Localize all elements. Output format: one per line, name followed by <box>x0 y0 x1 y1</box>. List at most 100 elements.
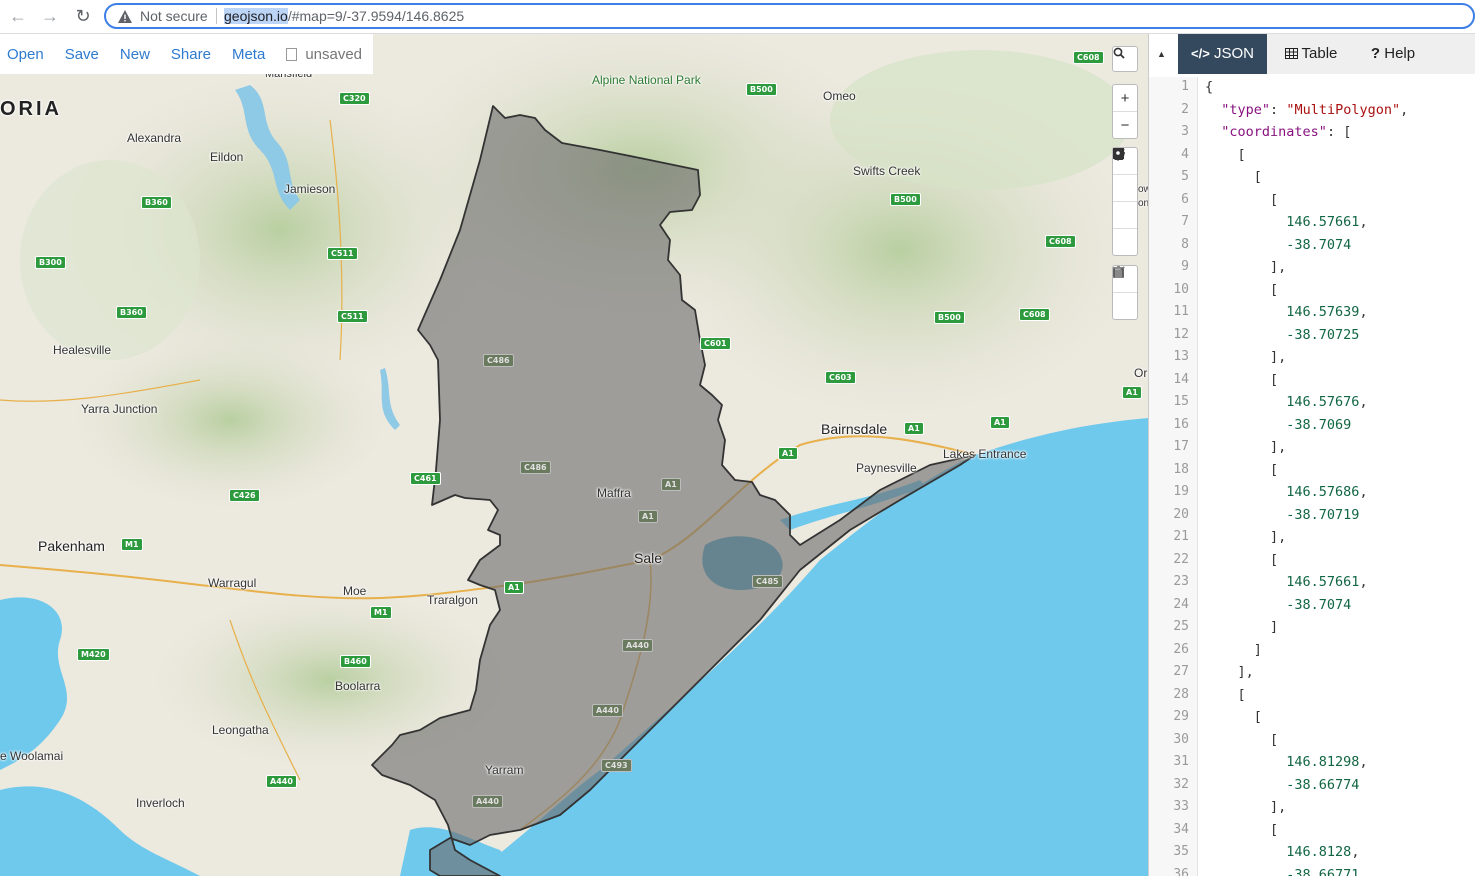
road-shield: B500 <box>934 311 965 324</box>
road-shield: A1 <box>1122 386 1142 399</box>
url-host: geojson.io <box>224 8 288 24</box>
line-number: 2 <box>1181 101 1189 117</box>
line-number: 19 <box>1173 484 1189 499</box>
road-shield: A1 <box>904 422 924 435</box>
warning-icon <box>118 9 132 23</box>
road-shield: C608 <box>1019 308 1050 321</box>
code-line: ] <box>1205 641 1262 658</box>
map[interactable]: ORIA Mansfield Alpine National Park Omeo… <box>0 34 1148 876</box>
tab-help[interactable]: ? Help <box>1355 34 1431 74</box>
line-number: 21 <box>1173 529 1189 544</box>
road-shield: A440 <box>266 775 297 788</box>
place-label-victoria: ORIA <box>0 98 62 120</box>
line-number: 30 <box>1173 731 1189 747</box>
collapse-panel-icon[interactable]: ▲ <box>1157 49 1166 59</box>
code-icon: </> <box>1191 46 1210 61</box>
line-number: 6 <box>1181 191 1189 207</box>
line-number: 26 <box>1173 641 1189 657</box>
zoom-control: + − <box>1112 84 1138 139</box>
road-shield: A1 <box>638 510 658 523</box>
reload-icon[interactable]: ↻ <box>71 4 95 28</box>
zoom-out-button[interactable]: − <box>1113 111 1137 138</box>
search-control[interactable] <box>1112 46 1138 72</box>
road-shield: C608 <box>1045 235 1076 248</box>
tab-table[interactable]: Table <box>1267 34 1355 74</box>
draw-polygon-icon[interactable] <box>1113 148 1137 201</box>
unsaved-indicator: unsaved <box>286 46 362 63</box>
place-label-on: on <box>1138 198 1148 209</box>
line-number: 22 <box>1173 551 1189 567</box>
json-editor[interactable]: 1 2 3 4 5 6 7 8 9 10 11 12 13 14 15 16 17 18 19 20 21 22 23 24 2… <box>1149 77 1475 876</box>
road-shield: B460 <box>340 655 371 668</box>
side-panel: ▲ </> JSON Table ? Help 1 2 3 4 5 6 7 8 9 10 11 12 1… <box>1148 34 1475 876</box>
road-shield: C486 <box>520 461 551 474</box>
tab-json[interactable]: </> JSON <box>1178 34 1267 74</box>
forward-arrow-icon[interactable]: → <box>38 4 62 28</box>
code-line: [ <box>1205 821 1279 838</box>
tab-json-label: JSON <box>1213 45 1254 62</box>
code-line: "coordinates": [ <box>1221 124 1352 140</box>
code-line: ], <box>1205 349 1287 365</box>
save-button[interactable]: Save <box>65 46 99 63</box>
meta-button[interactable]: Meta <box>232 46 265 63</box>
line-number: 29 <box>1173 709 1189 724</box>
table-icon <box>1284 48 1298 59</box>
code-line: "type": "MultiPolygon", <box>1221 101 1409 118</box>
url-text[interactable]: geojson.io/#map=9/-37.9594/146.8625 <box>224 8 464 24</box>
code-line: -38.7069 <box>1286 416 1352 433</box>
code-line: ], <box>1205 799 1287 815</box>
address-bar[interactable]: Not secure geojson.io/#map=9/-37.9594/14… <box>104 3 1475 29</box>
place-label-or: Or <box>1134 366 1148 380</box>
road-shield: A440 <box>592 704 623 717</box>
place-label-boolarra: Boolarra <box>335 679 381 693</box>
code-line: -38.7074 <box>1286 236 1352 253</box>
road-shield: B300 <box>35 256 66 269</box>
trash-icon[interactable] <box>1113 266 1137 319</box>
code-line: 146.57661, <box>1286 574 1368 590</box>
road-shield: A1 <box>990 416 1010 429</box>
place-label-yarra-junction: Yarra Junction <box>81 402 158 416</box>
code-line: ] <box>1205 619 1279 635</box>
place-label-pakenham: Pakenham <box>38 538 105 554</box>
new-button[interactable]: New <box>120 46 150 63</box>
open-button[interactable]: Open <box>7 46 44 63</box>
line-number: 3 <box>1181 124 1189 139</box>
line-number: 12 <box>1173 326 1189 342</box>
road-shield: C493 <box>601 759 632 772</box>
code-line: 146.81298, <box>1286 754 1368 770</box>
search-icon[interactable] <box>1113 47 1137 73</box>
code-line: -38.70725 <box>1286 326 1360 343</box>
road-shield: A440 <box>472 795 503 808</box>
code-line: [ <box>1205 371 1279 388</box>
place-label-leongatha: Leongatha <box>212 723 269 737</box>
code-line: [ <box>1205 551 1279 568</box>
road-shield: C320 <box>339 92 370 105</box>
code-line: ], <box>1205 439 1287 455</box>
code-line: 146.57686, <box>1286 484 1368 500</box>
road-shield: M420 <box>77 648 110 661</box>
road-shield: C461 <box>410 472 441 485</box>
code-line: -38.66774 <box>1286 776 1360 793</box>
tab-table-label: Table <box>1301 45 1338 62</box>
code-line: [ <box>1205 709 1262 725</box>
line-number: 7 <box>1181 214 1189 229</box>
zoom-in-button[interactable]: + <box>1113 85 1137 111</box>
url-divider <box>216 8 217 24</box>
security-indicator[interactable]: Not secure <box>118 8 208 24</box>
line-number: 16 <box>1173 416 1189 432</box>
road-shield: A1 <box>504 581 524 594</box>
document-icon <box>286 47 298 61</box>
road-shield: B360 <box>141 196 172 209</box>
code-line: -38.7074 <box>1286 596 1352 613</box>
line-number: 32 <box>1173 776 1189 792</box>
line-number: 20 <box>1173 506 1189 522</box>
share-button[interactable]: Share <box>171 46 211 63</box>
line-number: 35 <box>1173 844 1189 859</box>
draw-marker-icon[interactable] <box>1113 148 1137 255</box>
draw-rectangle-icon[interactable] <box>1113 148 1137 228</box>
place-label-alpine-national-park: Alpine National Park <box>592 73 701 87</box>
back-arrow-icon[interactable]: ← <box>6 4 30 28</box>
tab-help-label: Help <box>1384 45 1416 62</box>
code-line: [ <box>1205 731 1279 748</box>
road-shield: C486 <box>483 354 514 367</box>
